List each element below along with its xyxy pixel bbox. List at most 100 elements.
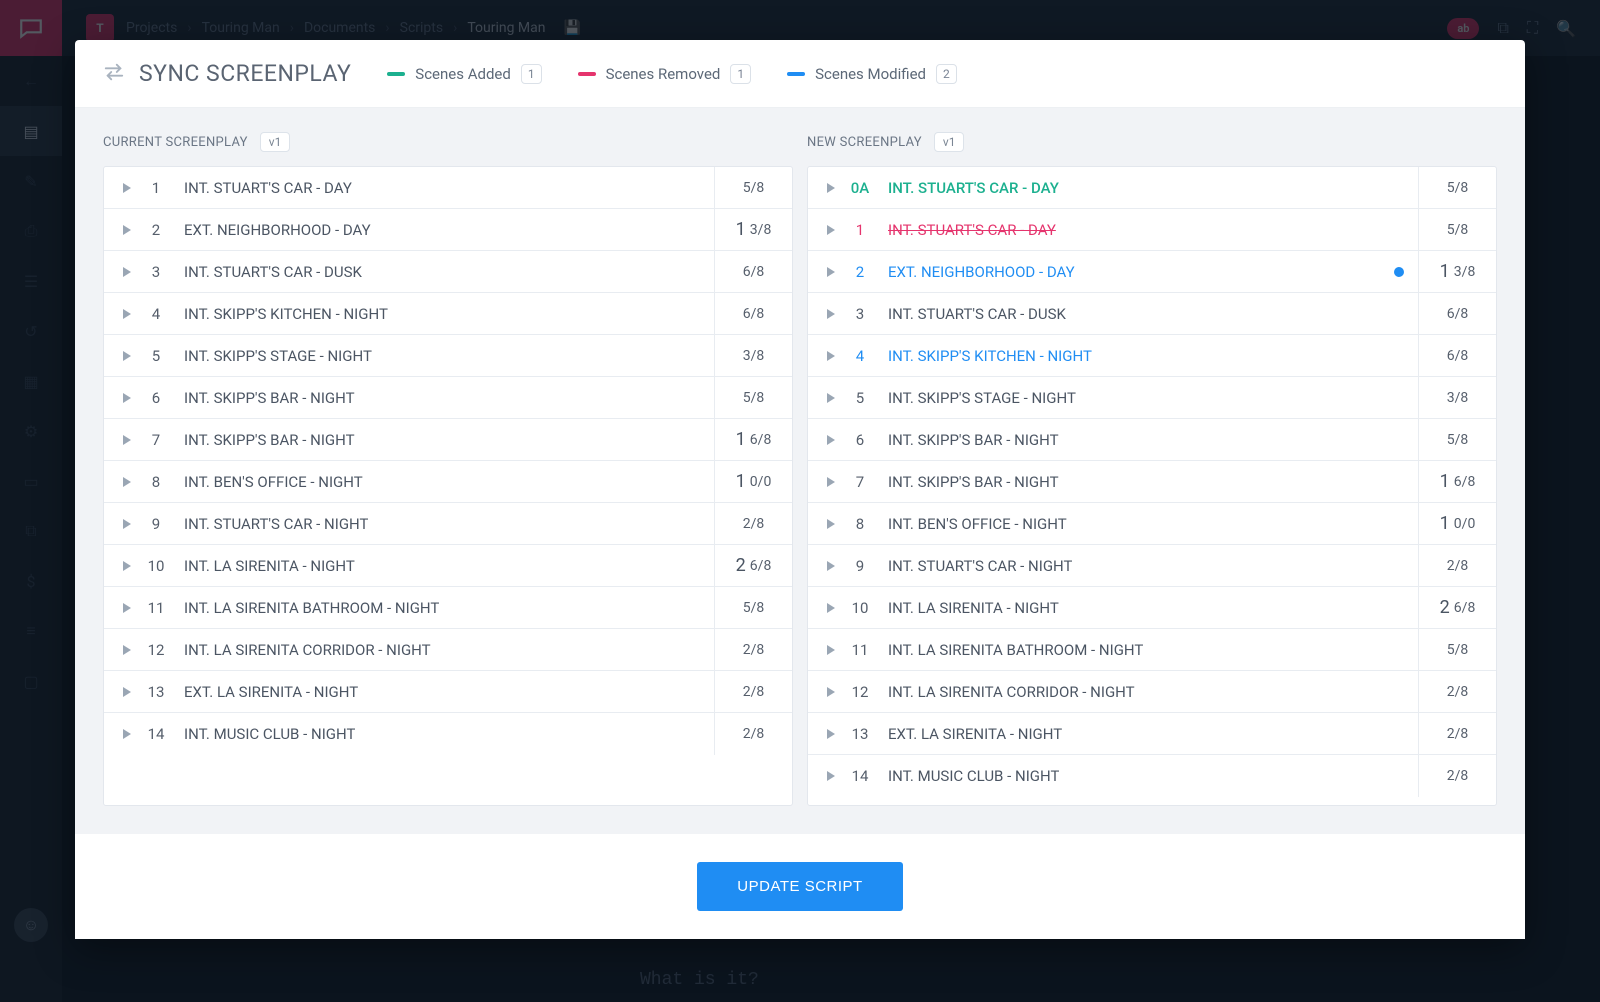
current-version-badge[interactable]: v1 xyxy=(260,132,291,152)
scene-row-main: 1INT. STUART'S CAR - DAY xyxy=(104,179,714,197)
scene-row[interactable]: 3INT. STUART'S CAR - DUSK6/8 xyxy=(808,293,1496,335)
scene-row[interactable]: 6INT. SKIPP'S BAR - NIGHT5/8 xyxy=(104,377,792,419)
scene-title: INT. LA SIRENITA - NIGHT xyxy=(176,557,355,575)
scene-row[interactable]: 8INT. BEN'S OFFICE - NIGHT10/0 xyxy=(104,461,792,503)
scene-row[interactable]: 4INT. SKIPP'S KITCHEN - NIGHT6/8 xyxy=(808,335,1496,377)
scene-row[interactable]: 9INT. STUART'S CAR - NIGHT2/8 xyxy=(104,503,792,545)
scene-number: 12 xyxy=(840,683,880,701)
expand-caret-icon[interactable] xyxy=(822,225,840,235)
scene-page-count: 6/8 xyxy=(1418,293,1496,334)
scene-row-main: 13EXT. LA SIRENITA - NIGHT xyxy=(104,683,714,701)
scene-number: 13 xyxy=(136,683,176,701)
scene-page-count: 6/8 xyxy=(1418,335,1496,376)
scene-row[interactable]: 3INT. STUART'S CAR - DUSK6/8 xyxy=(104,251,792,293)
expand-caret-icon[interactable] xyxy=(118,393,136,403)
expand-caret-icon[interactable] xyxy=(822,771,840,781)
modal-header: SYNC SCREENPLAY Scenes Added 1 Scenes Re… xyxy=(75,40,1525,108)
scene-row[interactable]: 8INT. BEN'S OFFICE - NIGHT10/0 xyxy=(808,503,1496,545)
expand-caret-icon[interactable] xyxy=(822,561,840,571)
expand-caret-icon[interactable] xyxy=(118,687,136,697)
expand-caret-icon[interactable] xyxy=(822,645,840,655)
expand-caret-icon[interactable] xyxy=(822,351,840,361)
expand-caret-icon[interactable] xyxy=(822,687,840,697)
scene-page-count: 3/8 xyxy=(714,335,792,376)
expand-caret-icon[interactable] xyxy=(118,435,136,445)
scene-row[interactable]: 7INT. SKIPP'S BAR - NIGHT16/8 xyxy=(104,419,792,461)
scene-page-count: 2/8 xyxy=(714,713,792,755)
scene-number: 10 xyxy=(840,599,880,617)
scene-row[interactable]: 6INT. SKIPP'S BAR - NIGHT5/8 xyxy=(808,419,1496,461)
scene-row-main: 5INT. SKIPP'S STAGE - NIGHT xyxy=(808,389,1418,407)
scene-row[interactable]: 0AINT. STUART'S CAR - DAY5/8 xyxy=(808,167,1496,209)
legend-removed-count: 1 xyxy=(730,64,751,84)
scene-row[interactable]: 13EXT. LA SIRENITA - NIGHT2/8 xyxy=(808,713,1496,755)
scene-number: 11 xyxy=(840,641,880,659)
scene-row[interactable]: 11INT. LA SIRENITA BATHROOM - NIGHT5/8 xyxy=(808,629,1496,671)
scene-page-count: 2/8 xyxy=(1418,713,1496,754)
expand-caret-icon[interactable] xyxy=(118,519,136,529)
legend-modified-label: Scenes Modified xyxy=(815,65,926,83)
scene-row[interactable]: 5INT. SKIPP'S STAGE - NIGHT3/8 xyxy=(104,335,792,377)
expand-caret-icon[interactable] xyxy=(118,309,136,319)
expand-caret-icon[interactable] xyxy=(118,729,136,739)
expand-caret-icon[interactable] xyxy=(822,267,840,277)
scene-row-main: 11INT. LA SIRENITA BATHROOM - NIGHT xyxy=(808,641,1418,659)
expand-caret-icon[interactable] xyxy=(822,519,840,529)
expand-caret-icon[interactable] xyxy=(822,309,840,319)
scene-row[interactable]: 14INT. MUSIC CLUB - NIGHT2/8 xyxy=(808,755,1496,797)
expand-caret-icon[interactable] xyxy=(118,183,136,193)
scene-title: INT. STUART'S CAR - DAY xyxy=(880,179,1059,197)
expand-caret-icon[interactable] xyxy=(822,603,840,613)
scene-row[interactable]: 14INT. MUSIC CLUB - NIGHT2/8 xyxy=(104,713,792,755)
scene-number: 11 xyxy=(136,599,176,617)
scene-row[interactable]: 13EXT. LA SIRENITA - NIGHT2/8 xyxy=(104,671,792,713)
expand-caret-icon[interactable] xyxy=(118,561,136,571)
scene-row-main: 4INT. SKIPP'S KITCHEN - NIGHT xyxy=(104,305,714,323)
expand-caret-icon[interactable] xyxy=(822,477,840,487)
scene-row[interactable]: 10INT. LA SIRENITA - NIGHT26/8 xyxy=(808,587,1496,629)
scene-row[interactable]: 10INT. LA SIRENITA - NIGHT26/8 xyxy=(104,545,792,587)
expand-caret-icon[interactable] xyxy=(822,435,840,445)
expand-caret-icon[interactable] xyxy=(118,477,136,487)
expand-caret-icon[interactable] xyxy=(822,183,840,193)
scene-row[interactable]: 12INT. LA SIRENITA CORRIDOR - NIGHT2/8 xyxy=(104,629,792,671)
scene-row-main: 13EXT. LA SIRENITA - NIGHT xyxy=(808,725,1418,743)
scene-title: INT. LA SIRENITA CORRIDOR - NIGHT xyxy=(176,641,431,659)
scene-row-main: 11INT. LA SIRENITA BATHROOM - NIGHT xyxy=(104,599,714,617)
scene-row[interactable]: 2EXT. NEIGHBORHOOD - DAY13/8 xyxy=(808,251,1496,293)
modal-title: SYNC SCREENPLAY xyxy=(139,60,351,87)
scene-row-main: 8INT. BEN'S OFFICE - NIGHT xyxy=(104,473,714,491)
legend-removed: Scenes Removed 1 xyxy=(578,64,752,84)
expand-caret-icon[interactable] xyxy=(118,267,136,277)
expand-caret-icon[interactable] xyxy=(118,351,136,361)
legend-added-count: 1 xyxy=(521,64,542,84)
update-script-button[interactable]: UPDATE SCRIPT xyxy=(697,862,902,911)
scene-number: 2 xyxy=(136,221,176,239)
expand-caret-icon[interactable] xyxy=(118,645,136,655)
scene-title: INT. STUART'S CAR - DAY xyxy=(880,221,1056,239)
legend-color-added xyxy=(387,72,405,76)
scene-row[interactable]: 7INT. SKIPP'S BAR - NIGHT16/8 xyxy=(808,461,1496,503)
new-version-badge[interactable]: v1 xyxy=(934,132,965,152)
scene-row-main: 10INT. LA SIRENITA - NIGHT xyxy=(104,557,714,575)
scene-page-count: 2/8 xyxy=(714,503,792,544)
scene-row[interactable]: 11INT. LA SIRENITA BATHROOM - NIGHT5/8 xyxy=(104,587,792,629)
expand-caret-icon[interactable] xyxy=(118,603,136,613)
scene-row[interactable]: 5INT. SKIPP'S STAGE - NIGHT3/8 xyxy=(808,377,1496,419)
scene-page-count: 13/8 xyxy=(714,209,792,250)
scene-row[interactable]: 1INT. STUART'S CAR - DAY5/8 xyxy=(104,167,792,209)
scene-row[interactable]: 2EXT. NEIGHBORHOOD - DAY13/8 xyxy=(104,209,792,251)
expand-caret-icon[interactable] xyxy=(822,729,840,739)
sync-screenplay-modal: SYNC SCREENPLAY Scenes Added 1 Scenes Re… xyxy=(75,40,1525,939)
scene-row[interactable]: 12INT. LA SIRENITA CORRIDOR - NIGHT2/8 xyxy=(808,671,1496,713)
scene-title: INT. STUART'S CAR - DAY xyxy=(176,179,352,197)
scene-number: 7 xyxy=(136,431,176,449)
modal-overlay: SYNC SCREENPLAY Scenes Added 1 Scenes Re… xyxy=(0,0,1600,1002)
scene-title: INT. SKIPP'S STAGE - NIGHT xyxy=(880,389,1076,407)
expand-caret-icon[interactable] xyxy=(118,225,136,235)
scene-row-main: 3INT. STUART'S CAR - DUSK xyxy=(104,263,714,281)
scene-row[interactable]: 9INT. STUART'S CAR - NIGHT2/8 xyxy=(808,545,1496,587)
scene-row[interactable]: 4INT. SKIPP'S KITCHEN - NIGHT6/8 xyxy=(104,293,792,335)
scene-row[interactable]: 1INT. STUART'S CAR - DAY5/8 xyxy=(808,209,1496,251)
expand-caret-icon[interactable] xyxy=(822,393,840,403)
